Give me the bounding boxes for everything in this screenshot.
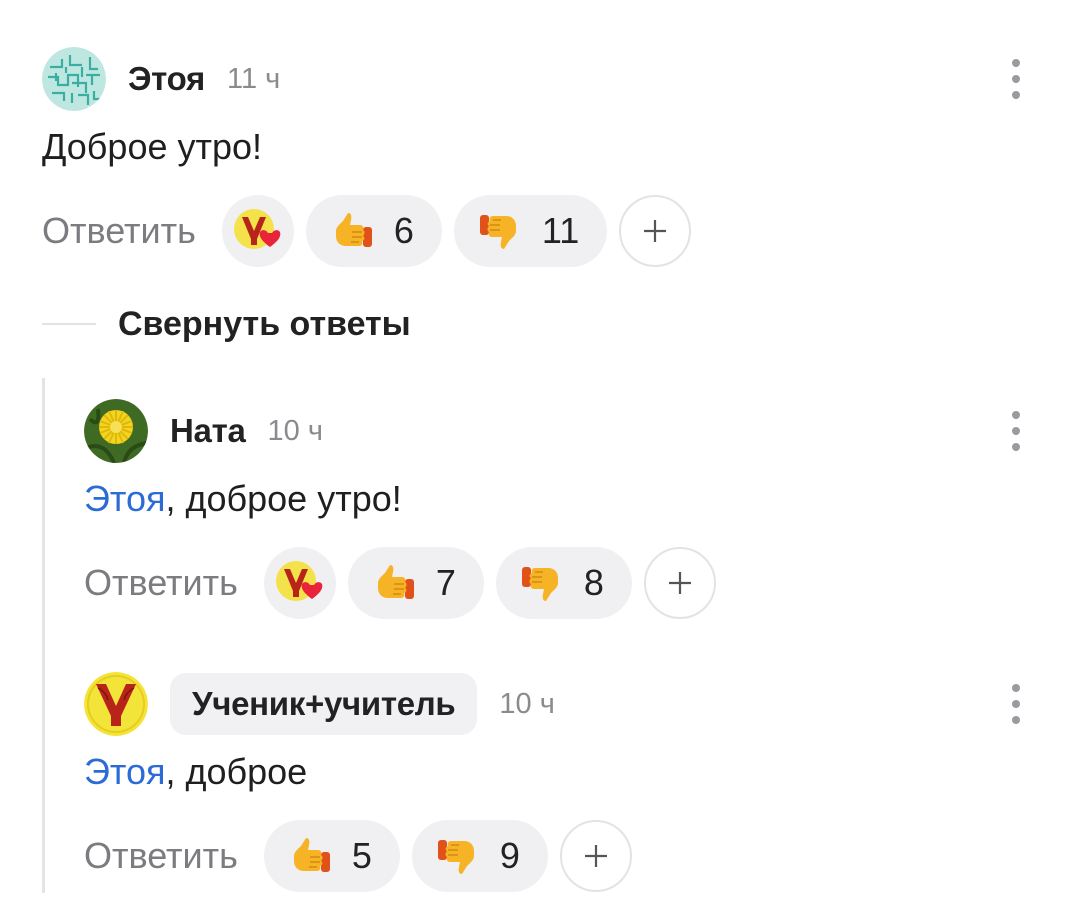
comment-text: Этоя, доброе — [84, 751, 307, 793]
author-badge[interactable]: Ученик+учитель — [170, 673, 478, 735]
letter-u-avatar[interactable] — [84, 672, 148, 736]
comment-header: Ната 10 ч — [84, 398, 323, 464]
comment-time: 11 ч — [226, 62, 281, 95]
mention-link[interactable]: Этоя — [84, 478, 165, 519]
thumbs-down-icon — [521, 567, 558, 601]
like-button[interactable]: 7 — [347, 547, 484, 619]
plus-icon — [668, 572, 691, 594]
more-vertical-icon[interactable] — [1006, 411, 1026, 451]
add-reaction-button[interactable] — [619, 195, 692, 267]
thread-line — [42, 378, 45, 893]
comment-actions: Ответить 6 11 — [42, 195, 692, 267]
maze-avatar[interactable] — [42, 47, 106, 111]
author-name[interactable]: Ната — [170, 412, 246, 450]
thumbs-up-icon — [377, 565, 414, 599]
author-name: Ученик+учитель — [192, 685, 456, 722]
dandelion-avatar[interactable] — [84, 399, 148, 463]
reply-button[interactable]: Ответить — [84, 835, 238, 877]
like-button[interactable]: 6 — [305, 195, 442, 267]
mention-link[interactable]: Этоя — [84, 751, 165, 792]
dislike-count: 8 — [583, 562, 604, 603]
badge-reaction-button[interactable] — [263, 547, 336, 619]
comment-text: Доброе утро! — [42, 126, 263, 167]
add-reaction-button[interactable] — [559, 820, 632, 892]
comment-time: 10 ч — [499, 687, 555, 720]
divider — [42, 323, 96, 325]
like-count: 7 — [435, 562, 456, 603]
comment-header: Ученик+учитель 10 ч — [84, 671, 555, 737]
thumbs-down-icon — [437, 840, 474, 874]
dislike-count: 11 — [541, 210, 580, 251]
add-reaction-button[interactable] — [643, 547, 716, 619]
like-count: 5 — [351, 835, 372, 876]
dislike-count: 9 — [499, 835, 520, 876]
dislike-button[interactable]: 8 — [495, 547, 632, 619]
comment-actions: Ответить 7 8 — [84, 547, 716, 619]
dislike-button[interactable]: 9 — [411, 820, 548, 892]
badge-reaction-button[interactable] — [221, 195, 294, 267]
comment-body: , доброе утро! — [165, 478, 402, 519]
comment-actions: Ответить 5 9 — [84, 820, 632, 892]
comment-body: , доброе — [165, 751, 308, 792]
more-vertical-icon[interactable] — [1006, 59, 1026, 99]
plus-icon — [644, 220, 667, 242]
author-name[interactable]: Этоя — [128, 60, 205, 98]
like-button[interactable]: 5 — [263, 820, 400, 892]
thumbs-down-icon — [479, 215, 516, 249]
more-vertical-icon[interactable] — [1006, 684, 1026, 724]
collapse-replies-label: Свернуть ответы — [118, 304, 411, 343]
reply-button[interactable]: Ответить — [42, 210, 196, 252]
collapse-replies-button[interactable]: Свернуть ответы — [42, 300, 411, 348]
thumbs-up-icon — [293, 838, 330, 872]
comment-time: 10 ч — [267, 414, 323, 447]
comment-header: Этоя 11 ч — [42, 46, 280, 112]
comments-page: Этоя 11 ч Доброе утро! Ответить 6 11 Све… — [0, 0, 1079, 906]
u-heart-reaction-icon — [233, 209, 281, 249]
comment-text: Этоя, доброе утро! — [84, 478, 402, 520]
reply-button[interactable]: Ответить — [84, 562, 238, 604]
thumbs-up-icon — [335, 213, 372, 247]
dislike-button[interactable]: 11 — [453, 195, 608, 267]
plus-icon — [584, 845, 607, 867]
like-count: 6 — [393, 210, 414, 251]
u-heart-reaction-icon — [275, 561, 323, 601]
